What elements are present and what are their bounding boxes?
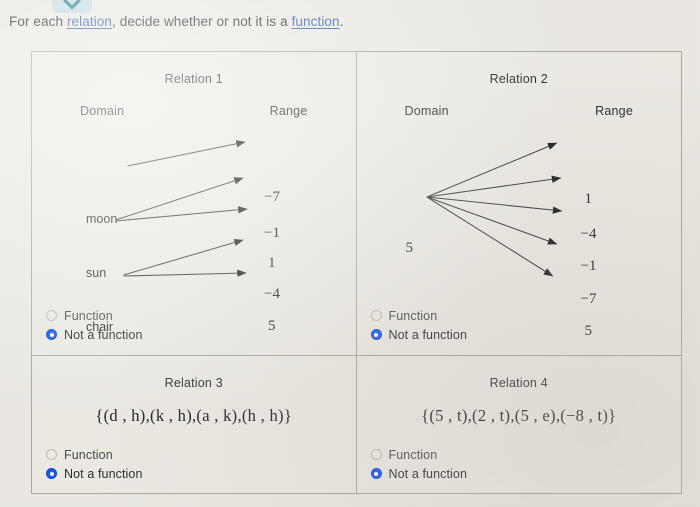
relation-cell-2: Relation 2 Domain Range 5 1 −4 −1 −7 5 F… xyxy=(356,52,681,356)
radio-button-selected[interactable] xyxy=(370,329,382,340)
relation-2-domain-item-0: 5 xyxy=(405,240,414,256)
radio-button-selected[interactable] xyxy=(370,468,382,479)
relation-4-title: Relation 4 xyxy=(489,376,548,390)
relation-2-option-function[interactable]: Function xyxy=(370,306,468,325)
relation-2-range-item-3: −7 xyxy=(580,291,597,307)
relations-table: Relation 1 Domain Range moon sun chair −… xyxy=(31,51,682,494)
relation-2-range-item-2: −1 xyxy=(580,258,597,274)
relation-1-range-item-0: −7 xyxy=(264,189,280,205)
relation-2-option-not-a-function-label: Not a function xyxy=(388,327,468,342)
relation-1-range-item-3: −4 xyxy=(264,286,280,302)
relation-1-answer-group: Function Not a function xyxy=(46,306,143,344)
relation-3-option-function[interactable]: Function xyxy=(46,445,143,464)
radio-button-selected[interactable] xyxy=(46,329,57,340)
relation-3-set-notation: {(d , h),(k , h),(a , k),(h , h)} xyxy=(95,406,293,425)
relation-cell-3: Relation 3 {(d , h),(k , h),(a , k),(h ,… xyxy=(32,356,357,493)
relation-1-range-item-2: 1 xyxy=(268,255,276,271)
relation-2-answer-group: Function Not a function xyxy=(370,306,468,344)
relation-4-option-not-a-function-label: Not a function xyxy=(388,466,468,481)
relation-3-option-not-a-function[interactable]: Not a function xyxy=(46,464,143,483)
relation-4-option-function[interactable]: Function xyxy=(370,445,468,464)
relation-4-option-function-label: Function xyxy=(388,447,438,462)
chevron-down-icon xyxy=(63,0,81,10)
relation-2-range-item-1: −4 xyxy=(580,226,597,242)
relation-1-range-item-1: −1 xyxy=(264,225,280,241)
instruction-part-2: , decide whether or not it is a xyxy=(112,14,292,29)
instruction-part-1: For each xyxy=(9,14,67,29)
relation-3-option-function-label: Function xyxy=(64,447,113,462)
relation-1-domain-item-1: sun xyxy=(86,266,107,280)
relation-cell-4: Relation 4 {(5 , t),(2 , t),(5 , e),(−8 … xyxy=(357,356,682,493)
relation-2-range-item-4: 5 xyxy=(584,323,593,339)
function-glossary-link[interactable]: function xyxy=(292,14,340,29)
relation-2-range-item-0: 1 xyxy=(584,191,593,207)
relation-1-option-function[interactable]: Function xyxy=(46,306,143,325)
relation-cell-1: Relation 1 Domain Range moon sun chair −… xyxy=(32,52,357,356)
relation-3-answer-group: Function Not a function xyxy=(46,445,143,483)
relation-1-option-not-a-function-label: Not a function xyxy=(64,327,143,342)
relation-glossary-link[interactable]: relation xyxy=(67,14,112,29)
radio-button-selected[interactable] xyxy=(46,468,57,479)
relation-4-answer-group: Function Not a function xyxy=(370,445,468,483)
collapse-toggle-button[interactable] xyxy=(52,0,92,13)
relation-1-option-function-label: Function xyxy=(64,308,113,323)
instruction-part-3: . xyxy=(339,14,344,29)
radio-button-unselected[interactable] xyxy=(370,310,382,321)
relation-1-domain-item-0: moon xyxy=(86,212,118,226)
radio-button-unselected[interactable] xyxy=(370,449,382,460)
relation-1-range-item-4: 5 xyxy=(268,318,276,334)
relation-4-set-notation: {(5 , t),(2 , t),(5 , e),(−8 , t)} xyxy=(421,406,617,425)
relation-1-option-not-a-function[interactable]: Not a function xyxy=(46,325,143,344)
relation-2-option-not-a-function[interactable]: Not a function xyxy=(370,325,468,344)
relation-2-option-function-label: Function xyxy=(388,308,438,323)
relation-3-option-not-a-function-label: Not a function xyxy=(64,466,143,481)
radio-button-unselected[interactable] xyxy=(46,449,57,460)
instruction-text: For each relation, decide whether or not… xyxy=(9,13,344,30)
relation-4-option-not-a-function[interactable]: Not a function xyxy=(370,464,468,483)
relation-3-title: Relation 3 xyxy=(164,376,223,390)
radio-button-unselected[interactable] xyxy=(46,310,57,321)
